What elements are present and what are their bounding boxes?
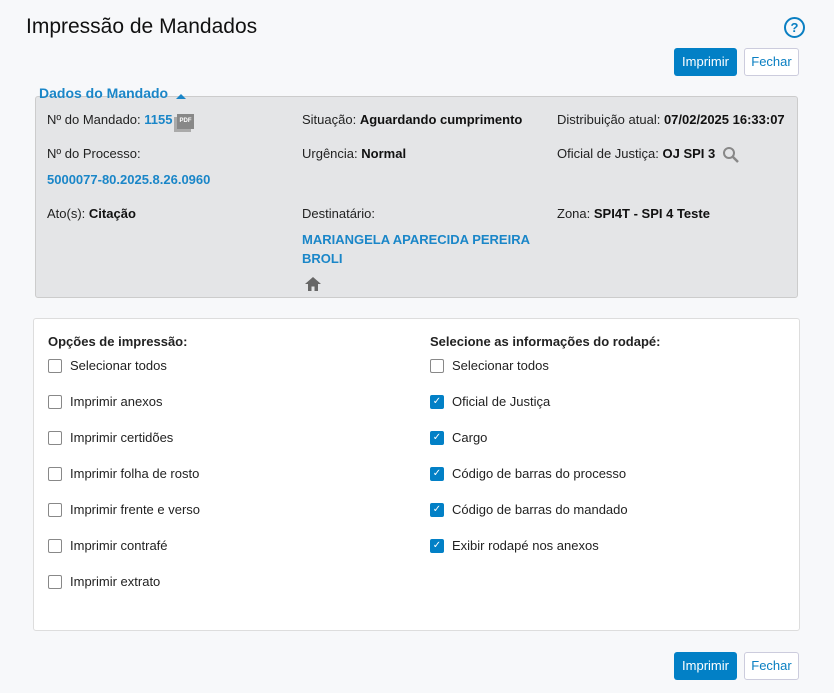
- checkbox-option[interactable]: Selecionar todos: [430, 358, 549, 373]
- checkbox-unchecked-icon[interactable]: [48, 394, 62, 409]
- situacao-label: Situação:: [302, 112, 357, 127]
- zona-label: Zona:: [557, 206, 591, 221]
- checkbox-label: Imprimir extrato: [70, 574, 161, 589]
- checkbox-label: Cargo: [452, 430, 488, 445]
- checkbox-unchecked-icon[interactable]: [430, 358, 444, 373]
- checkbox-option[interactable]: ✓ Código de barras do processo: [430, 466, 626, 481]
- checkbox-label: Selecionar todos: [452, 358, 549, 373]
- distrib-value: 07/02/2025 16:33:07: [663, 112, 785, 127]
- checkbox-checked-icon[interactable]: ✓: [430, 394, 444, 409]
- checkbox-label: Imprimir contrafé: [70, 538, 168, 553]
- urgencia-value: Normal: [361, 146, 407, 161]
- checkbox-checked-icon[interactable]: ✓: [430, 502, 444, 517]
- checkbox-option[interactable]: Imprimir frente e verso: [48, 502, 200, 517]
- checkbox-label: Imprimir frente e verso: [70, 502, 201, 517]
- checkbox-label: Exibir rodapé nos anexos: [452, 538, 599, 553]
- checkbox-checked-icon[interactable]: ✓: [430, 466, 444, 481]
- home-icon[interactable]: [304, 276, 322, 292]
- mandado-number-link[interactable]: 1155: [144, 112, 172, 127]
- checkbox-unchecked-icon[interactable]: [48, 502, 62, 517]
- processo-link[interactable]: 5000077-80.2025.8.26.0960: [47, 172, 210, 187]
- checkbox-checked-icon[interactable]: ✓: [430, 430, 444, 445]
- checkbox-unchecked-icon[interactable]: [48, 574, 62, 589]
- checkbox-unchecked-icon[interactable]: [48, 358, 62, 373]
- checkbox-label: Oficial de Justiça: [452, 394, 551, 409]
- search-icon[interactable]: [722, 146, 739, 163]
- checkbox-label: Imprimir anexos: [70, 394, 163, 409]
- checkbox-label: Código de barras do processo: [452, 466, 627, 481]
- print-options-heading: Opções de impressão:: [48, 334, 188, 349]
- collapse-caret-icon[interactable]: [176, 94, 186, 99]
- help-icon[interactable]: ?: [784, 17, 805, 38]
- mandado-label: Nº do Mandado:: [47, 112, 141, 127]
- processo-label: Nº do Processo:: [47, 146, 141, 161]
- destinatario-link-cont[interactable]: BROLI: [302, 251, 342, 266]
- page-title: Impressão de Mandados: [26, 15, 258, 38]
- zona-value: SPI4T - SPI 4 Teste: [593, 206, 710, 221]
- oficial-value: OJ SPI 3: [662, 146, 716, 161]
- checkbox-label: Código de barras do mandado: [452, 502, 628, 517]
- destinatario-label: Destinatário:: [302, 206, 375, 221]
- checkbox-checked-icon[interactable]: ✓: [430, 538, 444, 553]
- checkbox-label: Selecionar todos: [70, 358, 167, 373]
- print-button-top[interactable]: Imprimir: [674, 48, 737, 76]
- print-button-bottom[interactable]: Imprimir: [674, 652, 737, 680]
- destinatario-link[interactable]: MARIANGELA APARECIDA PEREIRA: [302, 232, 530, 247]
- checkbox-unchecked-icon[interactable]: [48, 430, 62, 445]
- checkbox-option[interactable]: ✓ Código de barras do mandado: [430, 502, 628, 517]
- close-button-top[interactable]: Fechar: [744, 48, 799, 76]
- pdf-icon[interactable]: PDF: [177, 114, 194, 129]
- checkbox-option[interactable]: ✓ Exibir rodapé nos anexos: [430, 538, 599, 553]
- checkbox-option[interactable]: Selecionar todos: [48, 358, 167, 373]
- checkbox-option[interactable]: Imprimir certidões: [48, 430, 173, 445]
- checkbox-unchecked-icon[interactable]: [48, 466, 62, 481]
- close-button-bottom[interactable]: Fechar: [744, 652, 799, 680]
- section-title[interactable]: Dados do Mandado: [39, 85, 168, 101]
- checkbox-label: Imprimir certidões: [70, 430, 174, 445]
- atos-label: Ato(s):: [47, 206, 86, 221]
- checkbox-unchecked-icon[interactable]: [48, 538, 62, 553]
- atos-value: Citação: [88, 206, 136, 221]
- oficial-label: Oficial de Justiça:: [557, 146, 659, 161]
- checkbox-option[interactable]: ✓ Cargo: [430, 430, 487, 445]
- checkbox-option[interactable]: Imprimir anexos: [48, 394, 162, 409]
- checkbox-label: Imprimir folha de rosto: [70, 466, 200, 481]
- footer-options-heading: Selecione as informações do rodapé:: [430, 334, 661, 349]
- checkbox-option[interactable]: Imprimir extrato: [48, 574, 160, 589]
- urgencia-label: Urgência:: [302, 146, 358, 161]
- checkbox-option[interactable]: ✓ Oficial de Justiça: [430, 394, 550, 409]
- situacao-value: Aguardando cumprimento: [359, 112, 523, 127]
- checkbox-option[interactable]: Imprimir folha de rosto: [48, 466, 199, 481]
- distrib-label: Distribuição atual:: [557, 112, 661, 127]
- checkbox-option[interactable]: Imprimir contrafé: [48, 538, 168, 553]
